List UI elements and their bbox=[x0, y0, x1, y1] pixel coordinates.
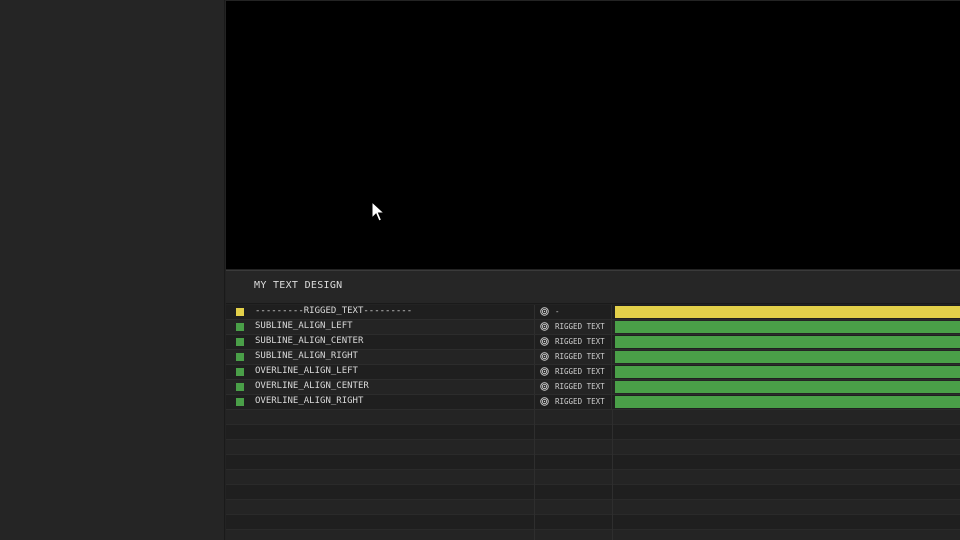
layer-name-cell[interactable]: SUBLINE_ALIGN_LEFT bbox=[226, 320, 534, 334]
empty-timeline-row bbox=[226, 425, 960, 440]
layer-name-cell[interactable]: OVERLINE_ALIGN_RIGHT bbox=[226, 395, 534, 409]
layer-name[interactable]: SUBLINE_ALIGN_LEFT bbox=[255, 321, 353, 331]
layer-row[interactable]: SUBLINE_ALIGN_RIGHT RIGGED TEXT bbox=[226, 350, 960, 365]
layer-parent-cell[interactable]: RIGGED TEXT bbox=[534, 320, 612, 334]
layer-name[interactable]: SUBLINE_ALIGN_RIGHT bbox=[255, 351, 358, 361]
compositor-app: MY TEXT DESIGN ---------RIGGED_TEXT-----… bbox=[0, 0, 960, 540]
layer-row[interactable]: OVERLINE_ALIGN_RIGHT RIGGED TEXT bbox=[226, 395, 960, 410]
layer-track bbox=[612, 380, 960, 394]
layer-parent-cell[interactable]: RIGGED TEXT bbox=[534, 365, 612, 379]
spiral-icon[interactable] bbox=[540, 307, 549, 316]
layer-parent-label: RIGGED TEXT bbox=[555, 322, 605, 331]
spiral-icon[interactable] bbox=[540, 397, 549, 406]
layer-parent-label: RIGGED TEXT bbox=[555, 352, 605, 361]
project-panel bbox=[0, 0, 225, 540]
layer-track bbox=[612, 305, 960, 319]
spiral-icon[interactable] bbox=[540, 382, 549, 391]
layer-duration-bar[interactable] bbox=[615, 306, 960, 318]
timeline-layer-list: ---------RIGGED_TEXT--------- - SUBLINE_… bbox=[226, 305, 960, 540]
timeline-header: MY TEXT DESIGN bbox=[226, 270, 960, 304]
layer-parent-label: - bbox=[555, 307, 560, 316]
layer-row[interactable]: OVERLINE_ALIGN_LEFT RIGGED TEXT bbox=[226, 365, 960, 380]
layer-track bbox=[612, 320, 960, 334]
layer-color-swatch[interactable] bbox=[236, 323, 244, 331]
layer-color-swatch[interactable] bbox=[236, 368, 244, 376]
empty-timeline-row bbox=[226, 500, 960, 515]
layer-row[interactable]: ---------RIGGED_TEXT--------- - bbox=[226, 305, 960, 320]
layer-color-swatch[interactable] bbox=[236, 383, 244, 391]
layer-name[interactable]: SUBLINE_ALIGN_CENTER bbox=[255, 336, 363, 346]
layer-duration-bar[interactable] bbox=[615, 351, 960, 363]
layer-name-cell[interactable]: SUBLINE_ALIGN_RIGHT bbox=[226, 350, 534, 364]
empty-timeline-row bbox=[226, 515, 960, 530]
layer-duration-bar[interactable] bbox=[615, 336, 960, 348]
layer-duration-bar[interactable] bbox=[615, 396, 960, 408]
layer-row[interactable]: OVERLINE_ALIGN_CENTER RIGGED TEXT bbox=[226, 380, 960, 395]
layer-name-cell[interactable]: OVERLINE_ALIGN_CENTER bbox=[226, 380, 534, 394]
layer-track bbox=[612, 365, 960, 379]
layer-row[interactable]: SUBLINE_ALIGN_LEFT RIGGED TEXT bbox=[226, 320, 960, 335]
layer-parent-cell[interactable]: - bbox=[534, 305, 612, 319]
layer-color-swatch[interactable] bbox=[236, 338, 244, 346]
layer-name-cell[interactable]: SUBLINE_ALIGN_CENTER bbox=[226, 335, 534, 349]
spiral-icon[interactable] bbox=[540, 367, 549, 376]
empty-timeline-row bbox=[226, 440, 960, 455]
layer-parent-label: RIGGED TEXT bbox=[555, 397, 605, 406]
spiral-icon[interactable] bbox=[540, 337, 549, 346]
layer-parent-cell[interactable]: RIGGED TEXT bbox=[534, 395, 612, 409]
composition-viewer[interactable] bbox=[226, 1, 960, 269]
layer-duration-bar[interactable] bbox=[615, 321, 960, 333]
layer-parent-cell[interactable]: RIGGED TEXT bbox=[534, 350, 612, 364]
layer-parent-label: RIGGED TEXT bbox=[555, 337, 605, 346]
layer-color-swatch[interactable] bbox=[236, 353, 244, 361]
layer-name[interactable]: OVERLINE_ALIGN_CENTER bbox=[255, 381, 369, 391]
layer-duration-bar[interactable] bbox=[615, 381, 960, 393]
layer-track bbox=[612, 335, 960, 349]
layer-color-swatch[interactable] bbox=[236, 398, 244, 406]
empty-timeline-row bbox=[226, 530, 960, 540]
layer-name[interactable]: OVERLINE_ALIGN_RIGHT bbox=[255, 396, 363, 406]
layer-parent-cell[interactable]: RIGGED TEXT bbox=[534, 335, 612, 349]
layer-color-swatch[interactable] bbox=[236, 308, 244, 316]
layer-name-cell[interactable]: ---------RIGGED_TEXT--------- bbox=[226, 305, 534, 319]
layer-track bbox=[612, 395, 960, 409]
layer-name-cell[interactable]: OVERLINE_ALIGN_LEFT bbox=[226, 365, 534, 379]
empty-timeline-row bbox=[226, 470, 960, 485]
layer-parent-label: RIGGED TEXT bbox=[555, 382, 605, 391]
composition-title[interactable]: MY TEXT DESIGN bbox=[254, 280, 343, 291]
arrow-cursor-icon bbox=[371, 201, 385, 222]
empty-timeline-row bbox=[226, 455, 960, 470]
layer-parent-label: RIGGED TEXT bbox=[555, 367, 605, 376]
layer-name[interactable]: OVERLINE_ALIGN_LEFT bbox=[255, 366, 358, 376]
layer-row[interactable]: SUBLINE_ALIGN_CENTER RIGGED TEXT bbox=[226, 335, 960, 350]
layer-track bbox=[612, 350, 960, 364]
layer-parent-cell[interactable]: RIGGED TEXT bbox=[534, 380, 612, 394]
layer-name[interactable]: ---------RIGGED_TEXT--------- bbox=[255, 306, 412, 316]
empty-timeline-row bbox=[226, 410, 960, 425]
spiral-icon[interactable] bbox=[540, 352, 549, 361]
layer-duration-bar[interactable] bbox=[615, 366, 960, 378]
empty-timeline-row bbox=[226, 485, 960, 500]
spiral-icon[interactable] bbox=[540, 322, 549, 331]
